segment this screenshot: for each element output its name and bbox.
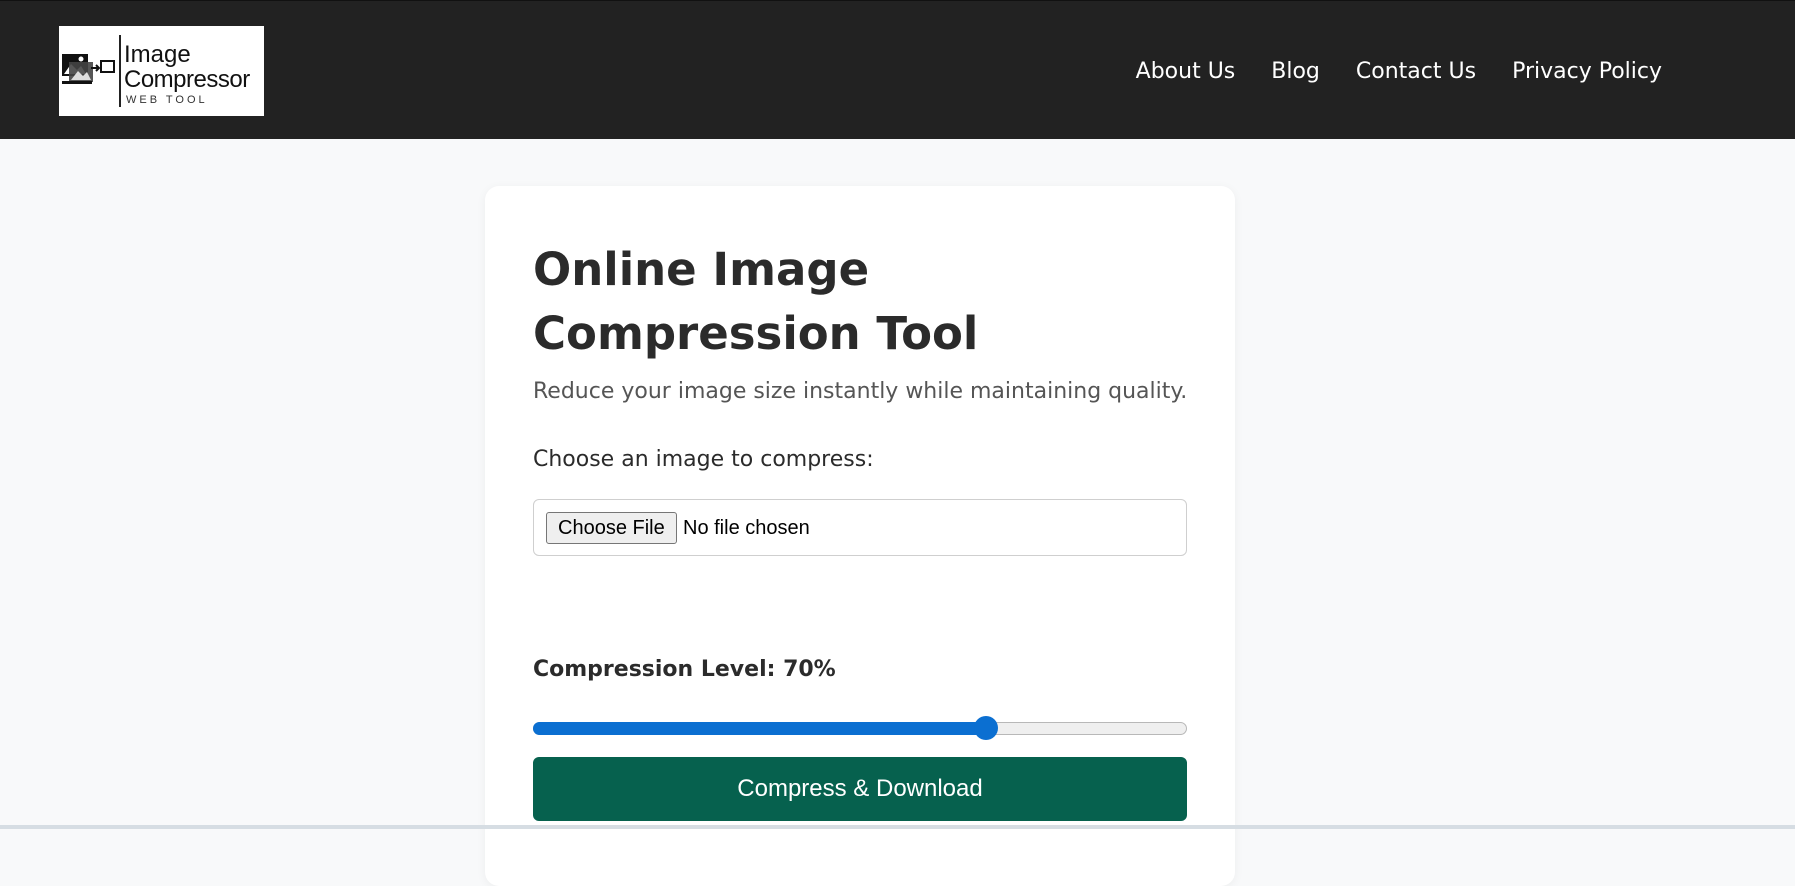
file-input-label: Choose an image to compress:	[533, 447, 874, 472]
compression-card: Online Image Compression Tool Reduce you…	[485, 186, 1235, 886]
nav-about-us[interactable]: About Us	[1136, 57, 1236, 87]
slider-fill	[533, 722, 986, 735]
logo-text-web-tool: WEB TOOL	[126, 94, 208, 106]
page-bottom-edge	[0, 825, 1795, 829]
file-status-text: No file chosen	[683, 517, 810, 539]
compression-slider[interactable]	[533, 713, 1187, 743]
logo-divider	[119, 35, 121, 107]
site-header: Image Compressor WEB TOOL About Us Blog …	[0, 0, 1795, 139]
site-logo[interactable]: Image Compressor WEB TOOL	[59, 26, 264, 116]
choose-file-button[interactable]: Choose File	[546, 512, 677, 544]
file-input[interactable]: Choose File No file chosen	[533, 499, 1187, 556]
page-title: Online Image Compression Tool	[533, 243, 979, 360]
compression-level-label: Compression Level: 70%	[533, 657, 836, 682]
image-compress-icon	[62, 54, 115, 84]
logo-text-image: Image	[124, 41, 191, 68]
compress-download-button[interactable]: Compress & Download	[533, 757, 1187, 821]
slider-thumb[interactable]	[974, 716, 998, 740]
nav-privacy-policy[interactable]: Privacy Policy	[1512, 57, 1662, 87]
logo-text-compressor: Compressor	[124, 66, 250, 93]
nav-contact-us[interactable]: Contact Us	[1356, 57, 1476, 87]
main-nav: About Us Blog Contact Us Privacy Policy	[1100, 57, 1662, 87]
nav-blog[interactable]: Blog	[1271, 57, 1320, 87]
page-subtitle: Reduce your image size instantly while m…	[533, 379, 1188, 404]
